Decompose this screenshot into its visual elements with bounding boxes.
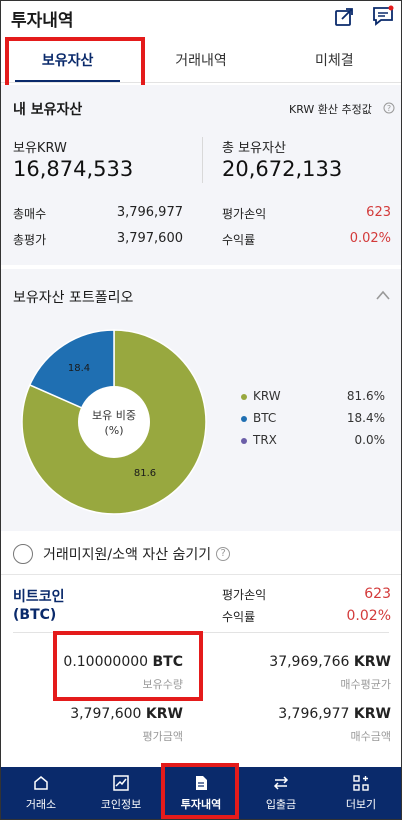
legend-dot-btc: [241, 415, 247, 422]
coin-pnl-value: 623: [364, 586, 391, 602]
nav-exchange[interactable]: 거래소: [1, 767, 81, 819]
toggle-label: 거래미지원/소액 자산 숨기기: [43, 546, 212, 563]
summary-title: 내 보유자산: [13, 102, 83, 118]
tab-history[interactable]: 거래내역: [134, 37, 267, 82]
home-icon: [34, 776, 48, 790]
svg-text:?: ?: [387, 104, 391, 113]
nav-more[interactable]: 더보기: [321, 767, 401, 819]
chart-icon: [113, 775, 129, 791]
total-buy-label: 총매수: [13, 207, 47, 221]
tab-pending[interactable]: 미체결: [268, 37, 401, 82]
coin-return-label: 수익률: [222, 610, 256, 624]
portfolio-title: 보유자산 포트폴리오: [13, 290, 134, 306]
avg-buy-price-value: 37,969,766: [269, 654, 350, 670]
total-buy-value: 3,796,977: [116, 205, 183, 220]
transfer-icon: [273, 776, 289, 790]
coin-holding-card[interactable]: 비트코인 (BTC) 평가손익 623 수익률 0.02% 0.10000000…: [1, 576, 401, 766]
nav-more-label: 더보기: [345, 798, 377, 811]
legend-btc: BTC: [241, 411, 276, 425]
holdings-summary: 내 보유자산 KRW 환산 추정값 ? 보유KRW 16,874,533 총 보…: [1, 85, 401, 265]
coin-symbol: (BTC): [13, 607, 57, 623]
chevron-up-icon[interactable]: [375, 289, 391, 301]
total-assets-value: 20,672,133: [222, 157, 343, 181]
tab-bar: 보유자산 거래내역 미체결: [1, 37, 401, 83]
eval-amount: 3,797,600 KRW: [41, 706, 183, 722]
donut-center-unit: (%): [104, 424, 123, 437]
buy-amount-unit: KRW: [353, 706, 391, 722]
slice-label-krw: 81.6: [134, 468, 156, 479]
nav-coin-info[interactable]: 코인정보: [81, 767, 161, 819]
holding-qty-label: 보유수량: [142, 678, 183, 691]
legend-trx-name: TRX: [253, 433, 277, 447]
donut-center-label: 보유 비중: [92, 409, 136, 422]
holding-qty-value: 0.10000000: [63, 654, 149, 670]
nav-deposit-withdraw[interactable]: 입출금: [241, 767, 321, 819]
krw-estimate-note: KRW 환산 추정값: [289, 103, 372, 116]
nav-exchange-label: 거래소: [25, 798, 57, 811]
pnl-value: 623: [366, 205, 391, 220]
coin-pnl-label: 평가손익: [222, 588, 267, 602]
eval-amount-value: 3,797,600: [70, 706, 142, 722]
return-value: 0.02%: [349, 231, 391, 246]
hide-small-assets-toggle[interactable]: 거래미지원/소액 자산 숨기기 ?: [1, 533, 401, 575]
summary-divider: [202, 137, 203, 183]
held-krw-label: 보유KRW: [13, 141, 67, 156]
legend-trx-value: 0.0%: [354, 433, 386, 447]
nav-coin-info-label: 코인정보: [100, 798, 142, 811]
avg-buy-price: 37,969,766 KRW: [231, 654, 391, 670]
avg-buy-price-unit: KRW: [353, 654, 391, 670]
legend-krw: KRW: [241, 389, 281, 403]
legend-trx: TRX: [241, 433, 277, 447]
nav-investments-label: 투자내역: [180, 798, 222, 811]
document-icon: [196, 776, 207, 790]
pnl-label: 평가손익: [222, 207, 267, 221]
buy-amount-label: 매수금액: [350, 730, 391, 743]
page-title: 투자내역: [11, 10, 74, 31]
chat-icon[interactable]: [372, 5, 394, 27]
coin-name-block: 비트코인 (BTC): [13, 588, 65, 624]
info-icon[interactable]: ?: [383, 102, 395, 114]
coin-name: 비트코인: [13, 589, 65, 605]
donut-hole: [78, 386, 150, 458]
holding-qty: 0.10000000 BTC: [41, 654, 183, 670]
help-icon[interactable]: ?: [216, 546, 231, 561]
legend-krw-name: KRW: [253, 389, 281, 403]
total-assets-label: 총 보유자산: [222, 141, 286, 156]
return-label: 수익률: [222, 233, 256, 247]
coin-return-value: 0.02%: [346, 608, 391, 624]
slice-label-btc: 18.4: [68, 363, 90, 374]
portfolio-section: 보유자산 포트폴리오 보유 비중 (%) 18.4 81.6 KRW 81.6%…: [1, 269, 401, 531]
total-eval-label: 총평가: [13, 233, 47, 247]
held-krw-value: 16,874,533: [13, 157, 134, 181]
legend-btc-name: BTC: [253, 411, 277, 425]
holding-qty-unit: BTC: [152, 654, 184, 670]
legend-krw-value: 81.6%: [346, 389, 385, 403]
tab-holdings[interactable]: 보유자산: [1, 37, 134, 82]
more-grid-icon: [353, 775, 369, 791]
eval-amount-unit: KRW: [145, 706, 183, 722]
nav-deposit-withdraw-label: 입출금: [265, 798, 297, 811]
buy-amount: 3,796,977 KRW: [231, 706, 391, 722]
bottom-navigation: 거래소 코인정보 투자내역 입출금 더보기: [1, 767, 401, 819]
share-icon[interactable]: [334, 5, 356, 27]
nav-investments[interactable]: 투자내역: [161, 767, 241, 819]
portfolio-donut-chart: 보유 비중 (%) 18.4 81.6: [21, 329, 207, 515]
radio-button[interactable]: [13, 543, 33, 564]
legend-dot-krw: [241, 393, 247, 400]
total-eval-value: 3,797,600: [116, 231, 183, 246]
eval-amount-label: 평가금액: [142, 730, 183, 743]
avg-buy-price-label: 매수평균가: [340, 678, 391, 691]
buy-amount-value: 3,796,977: [278, 706, 350, 722]
legend-dot-trx: [241, 437, 247, 444]
coin-divider: [13, 632, 389, 633]
legend-btc-value: 18.4%: [346, 411, 385, 425]
